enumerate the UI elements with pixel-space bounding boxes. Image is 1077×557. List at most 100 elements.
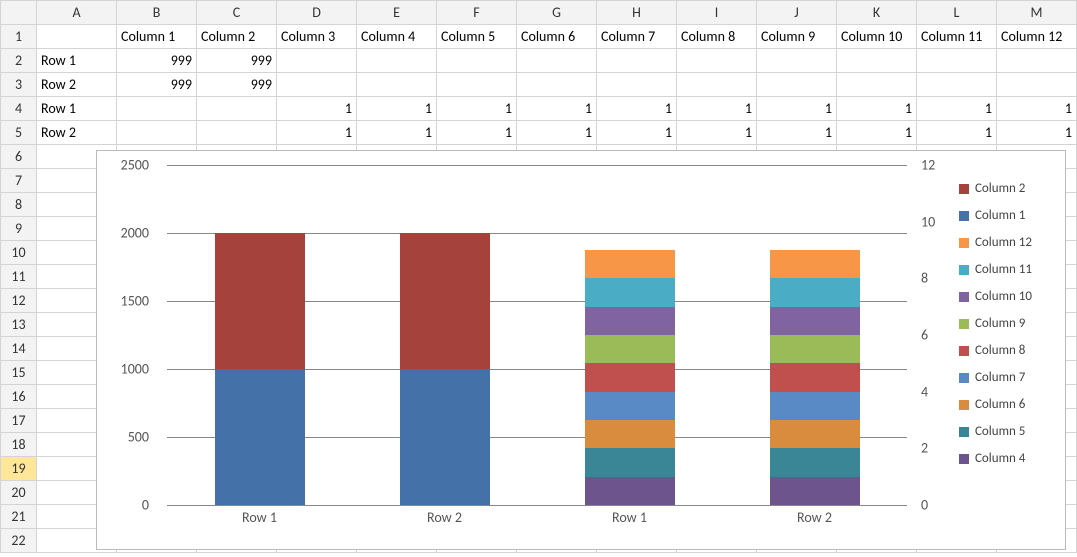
cell-K3[interactable] [837,73,917,97]
cell-L1[interactable]: Column 11 [917,25,997,49]
row-header-9[interactable]: 9 [1,217,37,241]
cell-D3[interactable] [277,73,357,97]
row-header-19[interactable]: 19 [1,457,37,481]
col-header-E[interactable]: E [357,1,437,25]
row-header-7[interactable]: 7 [1,169,37,193]
cell-C1[interactable]: Column 2 [197,25,277,49]
row-header-4[interactable]: 4 [1,97,37,121]
cell-F5[interactable]: 1 [437,121,517,145]
cell-L5[interactable]: 1 [917,121,997,145]
cell-G3[interactable] [517,73,597,97]
row-header-14[interactable]: 14 [1,337,37,361]
row-header-16[interactable]: 16 [1,385,37,409]
cell-E4[interactable]: 1 [357,97,437,121]
cell-C5[interactable] [197,121,277,145]
cell-I3[interactable] [677,73,757,97]
row-header-3[interactable]: 3 [1,73,37,97]
cell-F2[interactable] [437,49,517,73]
row-header-13[interactable]: 13 [1,313,37,337]
col-header-F[interactable]: F [437,1,517,25]
cell-I2[interactable] [677,49,757,73]
cell-E5[interactable]: 1 [357,121,437,145]
col-header-A[interactable]: A [37,1,117,25]
cell-M1[interactable]: Column 12 [997,25,1077,49]
row-header-21[interactable]: 21 [1,505,37,529]
cell-H1[interactable]: Column 7 [597,25,677,49]
cell-A3[interactable]: Row 2 [37,73,117,97]
cell-K5[interactable]: 1 [837,121,917,145]
cell-K4[interactable]: 1 [837,97,917,121]
col-header-M[interactable]: M [997,1,1077,25]
cell-G1[interactable]: Column 6 [517,25,597,49]
cell-I4[interactable]: 1 [677,97,757,121]
cell-J5[interactable]: 1 [757,121,837,145]
col-header-D[interactable]: D [277,1,357,25]
cell-J4[interactable]: 1 [757,97,837,121]
cell-K1[interactable]: Column 10 [837,25,917,49]
cell-G2[interactable] [517,49,597,73]
row-header-20[interactable]: 20 [1,481,37,505]
cell-J2[interactable] [757,49,837,73]
cell-H2[interactable] [597,49,677,73]
cell-B4[interactable] [117,97,197,121]
cell-B3[interactable]: 999 [117,73,197,97]
embedded-chart[interactable]: 05001000150020002500 024681012 Row 1Row … [96,150,1066,550]
cell-H4[interactable]: 1 [597,97,677,121]
row-header-18[interactable]: 18 [1,433,37,457]
cell-C3[interactable]: 999 [197,73,277,97]
cell-G5[interactable]: 1 [517,121,597,145]
cell-M2[interactable] [997,49,1077,73]
cell-C4[interactable] [197,97,277,121]
cell-H3[interactable] [597,73,677,97]
col-header-J[interactable]: J [757,1,837,25]
cell-H5[interactable]: 1 [597,121,677,145]
cell-J3[interactable] [757,73,837,97]
cell-D1[interactable]: Column 3 [277,25,357,49]
cell-I1[interactable]: Column 8 [677,25,757,49]
row-header-11[interactable]: 11 [1,265,37,289]
row-header-22[interactable]: 22 [1,529,37,553]
col-header-B[interactable]: B [117,1,197,25]
row-header-15[interactable]: 15 [1,361,37,385]
select-all-corner[interactable] [1,1,37,25]
col-header-H[interactable]: H [597,1,677,25]
cell-L3[interactable] [917,73,997,97]
row-header-6[interactable]: 6 [1,145,37,169]
row-header-12[interactable]: 12 [1,289,37,313]
row-header-2[interactable]: 2 [1,49,37,73]
cell-F1[interactable]: Column 5 [437,25,517,49]
cell-M3[interactable] [997,73,1077,97]
cell-A5[interactable]: Row 2 [37,121,117,145]
cell-F4[interactable]: 1 [437,97,517,121]
cell-M4[interactable]: 1 [997,97,1077,121]
cell-A4[interactable]: Row 1 [37,97,117,121]
row-header-8[interactable]: 8 [1,193,37,217]
cell-L4[interactable]: 1 [917,97,997,121]
cell-B2[interactable]: 999 [117,49,197,73]
cell-E3[interactable] [357,73,437,97]
cell-F3[interactable] [437,73,517,97]
col-header-L[interactable]: L [917,1,997,25]
cell-K2[interactable] [837,49,917,73]
cell-M5[interactable]: 1 [997,121,1077,145]
col-header-G[interactable]: G [517,1,597,25]
cell-D2[interactable] [277,49,357,73]
cell-E2[interactable] [357,49,437,73]
row-header-1[interactable]: 1 [1,25,37,49]
row-header-17[interactable]: 17 [1,409,37,433]
cell-B5[interactable] [117,121,197,145]
cell-A1[interactable] [37,25,117,49]
cell-A2[interactable]: Row 1 [37,49,117,73]
cell-L2[interactable] [917,49,997,73]
cell-D5[interactable]: 1 [277,121,357,145]
col-header-I[interactable]: I [677,1,757,25]
cell-E1[interactable]: Column 4 [357,25,437,49]
cell-D4[interactable]: 1 [277,97,357,121]
cell-J1[interactable]: Column 9 [757,25,837,49]
col-header-K[interactable]: K [837,1,917,25]
cell-G4[interactable]: 1 [517,97,597,121]
cell-C2[interactable]: 999 [197,49,277,73]
col-header-C[interactable]: C [197,1,277,25]
cell-B1[interactable]: Column 1 [117,25,197,49]
row-header-5[interactable]: 5 [1,121,37,145]
